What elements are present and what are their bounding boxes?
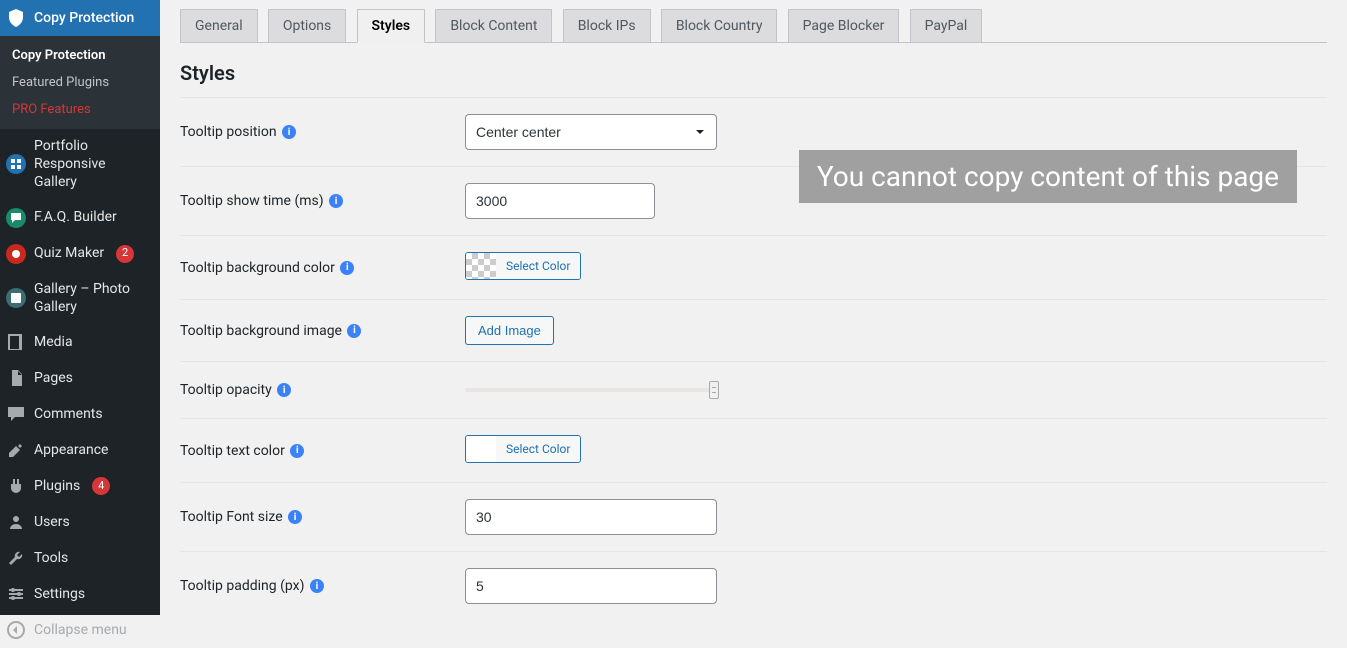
tools-icon bbox=[6, 548, 26, 568]
section-title: Styles bbox=[180, 61, 1327, 85]
sidebar-current-label: Copy Protection bbox=[34, 10, 134, 26]
submenu-featured-plugins[interactable]: Featured Plugins bbox=[0, 69, 160, 96]
admin-sidebar: Copy Protection Copy Protection Featured… bbox=[0, 0, 160, 615]
collapse-menu-label: Collapse menu bbox=[34, 622, 127, 638]
info-icon[interactable]: i bbox=[340, 261, 354, 275]
info-icon[interactable]: i bbox=[290, 444, 304, 458]
info-icon[interactable]: i bbox=[277, 383, 291, 397]
shield-icon bbox=[6, 8, 26, 28]
tooltip-opacity-slider[interactable] bbox=[465, 383, 715, 397]
quiz-icon bbox=[6, 244, 26, 264]
color-picker-label: Select Color bbox=[496, 253, 580, 279]
field-label: Tooltip text color bbox=[180, 443, 285, 459]
sidebar-current-plugin[interactable]: Copy Protection bbox=[0, 0, 160, 36]
sidebar-item-settings[interactable]: Settings bbox=[0, 576, 160, 612]
submenu-pro-features[interactable]: PRO Features bbox=[0, 96, 160, 123]
tooltip-font-size-input[interactable] bbox=[465, 499, 717, 535]
sidebar-item-appearance[interactable]: Appearance bbox=[0, 432, 160, 468]
tooltip-position-select[interactable]: Center center bbox=[465, 114, 717, 150]
sidebar-item-label: Quiz Maker bbox=[34, 244, 104, 262]
sidebar-submenu: Copy Protection Featured Plugins PRO Fea… bbox=[0, 36, 160, 129]
slider-thumb[interactable] bbox=[709, 381, 719, 399]
appearance-icon bbox=[6, 440, 26, 460]
tooltip-bg-color-picker[interactable]: Select Color bbox=[465, 252, 581, 280]
sidebar-item-label: Gallery – Photo Gallery bbox=[34, 280, 150, 316]
tooltip-padding-input[interactable] bbox=[465, 568, 717, 604]
info-icon[interactable]: i bbox=[310, 579, 324, 593]
sidebar-item-label: Tools bbox=[34, 549, 68, 567]
sidebar-item-users[interactable]: Users bbox=[0, 504, 160, 540]
comments-icon bbox=[6, 404, 26, 424]
sidebar-item-plugins[interactable]: Plugins 4 bbox=[0, 468, 160, 504]
sidebar-item-faq-builder[interactable]: F.A.Q. Builder bbox=[0, 200, 160, 236]
sidebar-item-photo-gallery[interactable]: Gallery – Photo Gallery bbox=[0, 272, 160, 324]
sidebar-item-pages[interactable]: Pages bbox=[0, 360, 160, 396]
plugins-icon bbox=[6, 476, 26, 496]
slider-track bbox=[465, 388, 715, 392]
field-label: Tooltip show time (ms) bbox=[180, 193, 324, 209]
collapse-icon bbox=[6, 620, 26, 640]
info-icon[interactable]: i bbox=[347, 324, 361, 338]
tab-block-ips[interactable]: Block IPs bbox=[563, 9, 651, 42]
info-icon[interactable]: i bbox=[282, 125, 296, 139]
add-image-button[interactable]: Add Image bbox=[465, 316, 554, 345]
field-label: Tooltip padding (px) bbox=[180, 578, 304, 594]
sidebar-item-label: Users bbox=[34, 513, 70, 531]
tab-block-content[interactable]: Block Content bbox=[435, 9, 552, 42]
tab-general[interactable]: General bbox=[180, 9, 258, 42]
sidebar-item-label: Appearance bbox=[34, 441, 108, 459]
color-picker-label: Select Color bbox=[496, 436, 580, 462]
sidebar-item-label: Media bbox=[34, 333, 73, 351]
tooltip-show-time-input[interactable] bbox=[465, 183, 655, 219]
sidebar-item-portfolio-gallery[interactable]: Portfolio Responsive Gallery bbox=[0, 129, 160, 200]
collapse-menu-button[interactable]: Collapse menu bbox=[0, 612, 160, 648]
badge-count: 4 bbox=[92, 477, 110, 495]
tab-styles[interactable]: Styles bbox=[357, 9, 426, 43]
tab-page-blocker[interactable]: Page Blocker bbox=[788, 9, 900, 42]
sidebar-item-label: Settings bbox=[34, 585, 85, 603]
tab-paypal[interactable]: PayPal bbox=[910, 9, 983, 42]
field-label: Tooltip background color bbox=[180, 260, 335, 276]
pages-icon bbox=[6, 368, 26, 388]
settings-icon bbox=[6, 584, 26, 604]
badge-count: 2 bbox=[116, 245, 134, 263]
sidebar-item-media[interactable]: Media bbox=[0, 324, 160, 360]
sidebar-item-comments[interactable]: Comments bbox=[0, 396, 160, 432]
field-label: Tooltip background image bbox=[180, 323, 342, 339]
sidebar-item-tools[interactable]: Tools bbox=[0, 540, 160, 576]
sidebar-item-label: Comments bbox=[34, 405, 103, 423]
field-label: Tooltip position bbox=[180, 124, 277, 140]
chat-icon bbox=[6, 208, 26, 228]
color-swatch-transparent bbox=[466, 253, 496, 279]
info-icon[interactable]: i bbox=[329, 194, 343, 208]
info-icon[interactable]: i bbox=[288, 510, 302, 524]
sidebar-item-label: F.A.Q. Builder bbox=[34, 208, 117, 226]
sidebar-item-label: Portfolio Responsive Gallery bbox=[34, 137, 150, 192]
field-label: Tooltip opacity bbox=[180, 382, 272, 398]
color-swatch-white bbox=[466, 436, 496, 462]
image-icon bbox=[6, 288, 26, 308]
media-icon bbox=[6, 332, 26, 352]
sidebar-item-label: Pages bbox=[34, 369, 73, 387]
tab-options[interactable]: Options bbox=[268, 9, 346, 42]
tab-bar: General Options Styles Block Content Blo… bbox=[180, 0, 1327, 43]
tooltip-preview: You cannot copy content of this page bbox=[799, 150, 1297, 203]
sidebar-item-label: Plugins bbox=[34, 477, 80, 495]
tooltip-text-color-picker[interactable]: Select Color bbox=[465, 435, 581, 463]
sidebar-item-quiz-maker[interactable]: Quiz Maker 2 bbox=[0, 236, 160, 272]
grid-icon bbox=[6, 154, 26, 174]
field-label: Tooltip Font size bbox=[180, 509, 283, 525]
main-content: General Options Styles Block Content Blo… bbox=[160, 0, 1347, 615]
tab-block-country[interactable]: Block Country bbox=[661, 9, 778, 42]
users-icon bbox=[6, 512, 26, 532]
submenu-copy-protection[interactable]: Copy Protection bbox=[0, 42, 160, 69]
